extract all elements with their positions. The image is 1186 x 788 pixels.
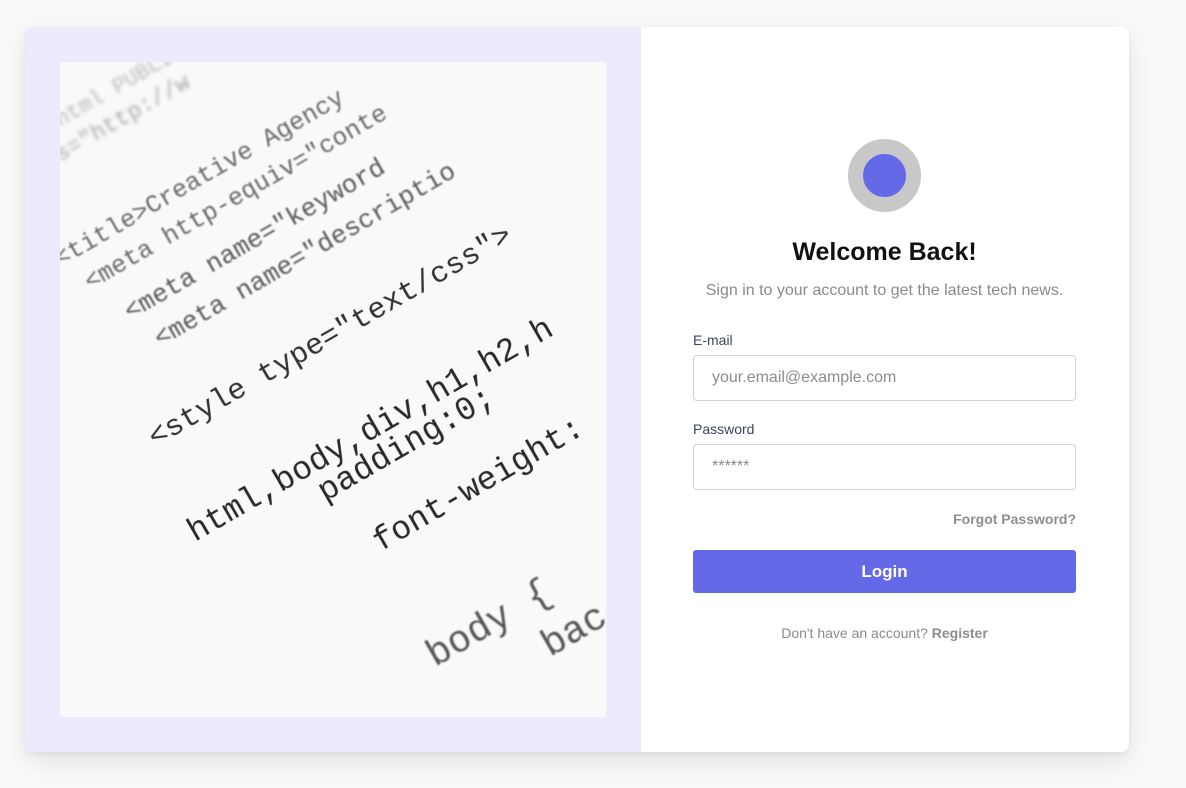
password-field[interactable] bbox=[693, 444, 1076, 490]
email-field[interactable] bbox=[693, 355, 1076, 401]
forgot-password-link[interactable]: Forgot Password? bbox=[953, 511, 1076, 527]
register-row: Don't have an account? Register bbox=[693, 625, 1076, 641]
code-hero-svg: html PUBLIC s="http://w <title>Creative … bbox=[60, 62, 606, 678]
code-line: body { bbox=[420, 572, 560, 678]
password-label: Password bbox=[693, 421, 755, 437]
forgot-password-row: Forgot Password? bbox=[693, 511, 1076, 529]
register-prompt: Don't have an account? bbox=[781, 625, 928, 641]
login-button[interactable]: Login bbox=[693, 550, 1076, 593]
register-link[interactable]: Register bbox=[932, 625, 988, 641]
login-panel: Welcome Back! Sign in to your account to… bbox=[641, 27, 1129, 752]
code-line: html,body,div,h1,h2,h bbox=[182, 311, 561, 551]
code-hero-image: html PUBLIC s="http://w <title>Creative … bbox=[60, 62, 606, 717]
logo-icon bbox=[848, 139, 921, 212]
page-subtitle: Sign in to your account to get the lates… bbox=[705, 282, 1064, 299]
login-card: html PUBLIC s="http://w <title>Creative … bbox=[25, 27, 1129, 752]
page-title: Welcome Back! bbox=[792, 238, 977, 266]
hero-panel: html PUBLIC s="http://w <title>Creative … bbox=[25, 27, 641, 752]
login-form: Welcome Back! Sign in to your account to… bbox=[693, 139, 1076, 641]
email-label: E-mail bbox=[693, 332, 733, 348]
